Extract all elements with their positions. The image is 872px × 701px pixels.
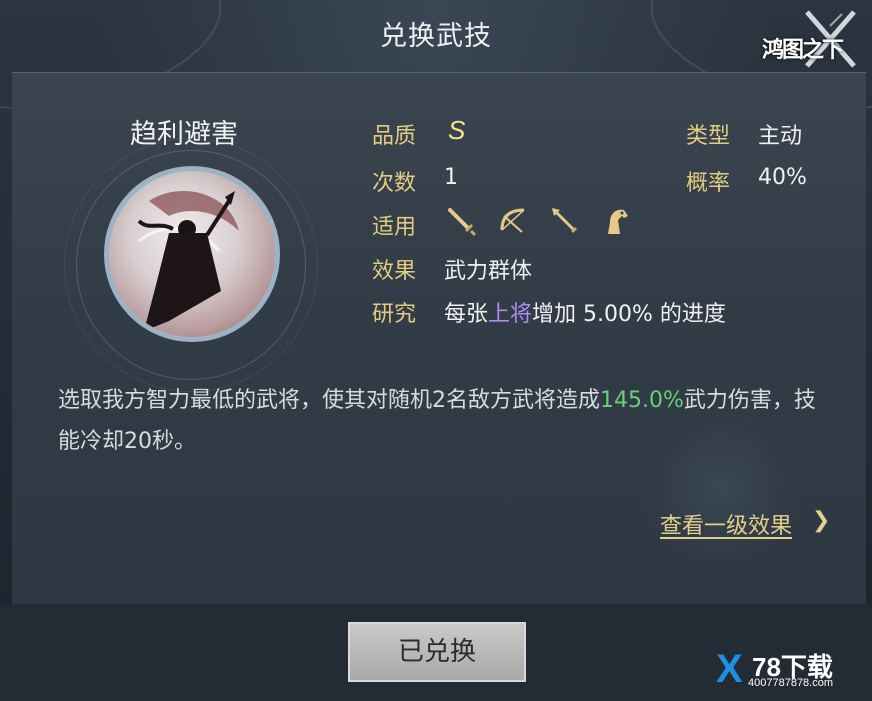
page-title: 兑换武技 [380,21,492,52]
quality-label: 品质 [372,124,417,149]
research-value: 每张上将增加 5.00% 的进度 [444,296,726,328]
view-level1-effect-link[interactable]: 查看一级效果 [660,508,792,540]
logo-text: 鸿图之下 [761,37,844,63]
sword-icon [448,208,477,237]
research-label: 研究 [372,302,417,327]
effect-value: 武力群体 [444,259,533,284]
count-label: 次数 [372,171,417,196]
apply-label: 适用 [372,215,417,240]
game-logo: 鸿图之下 [752,6,862,76]
watermark-site: 4007787878.com [748,677,834,689]
spear-icon [552,208,578,234]
research-prefix: 每张 [444,302,489,327]
horse-icon [608,209,628,234]
description-part1: 选取我方智力最低的武将，使其对随机2名敌方武将造成 [58,388,600,413]
type-label: 类型 [686,124,731,149]
skill-portrait [104,166,280,342]
rate-value: 40% [758,165,807,190]
watermark-mark: X [716,647,743,691]
warrior-silhouette-icon [137,191,239,331]
watermark: X 78下载 4007787878.com [716,645,866,697]
quality-value: S [448,115,466,145]
apply-icons [444,204,634,238]
exchanged-button[interactable]: 已兑换 [348,622,526,682]
effect-label: 效果 [372,259,417,284]
research-highlight: 上将 [488,302,533,327]
count-value: 1 [444,165,458,190]
description-highlight: 145.0% [600,388,684,413]
bow-icon [500,208,525,233]
chevron-right-icon[interactable]: ❯ [812,508,830,533]
rate-label: 概率 [686,171,731,196]
research-suffix: 增加 5.00% 的进度 [532,302,726,327]
type-value: 主动 [758,124,803,149]
skill-description: 选取我方智力最低的武将，使其对随机2名敌方武将造成145.0%武力伤害，技能冷却… [58,380,818,462]
